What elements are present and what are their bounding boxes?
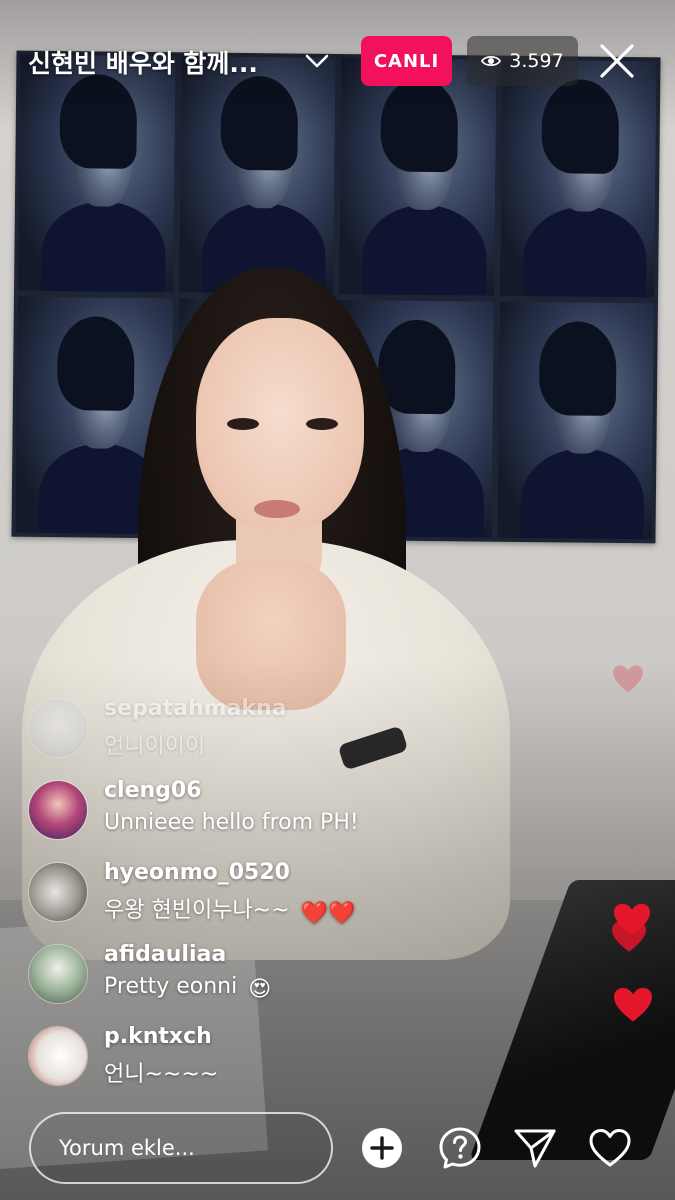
video-streamer-eye: [306, 418, 338, 430]
comment-input[interactable]: [59, 1114, 319, 1182]
live-badge: CANLI: [361, 36, 452, 86]
comment-text: 언니~~~~: [104, 1062, 219, 1087]
comment-text: 우왕 현빈이누나~~ ❤️❤️: [104, 892, 355, 926]
question-icon[interactable]: [438, 1126, 482, 1170]
comment-username[interactable]: p.kntxch: [104, 1024, 212, 1049]
heart-emoji: ❤️❤️: [300, 901, 356, 926]
avatar[interactable]: [28, 862, 88, 922]
live-header: 신현빈 배우와 함께... CANLI 3.597: [0, 30, 675, 90]
avatar[interactable]: [28, 698, 88, 758]
comment-text-body: 우왕 현빈이누나~~: [104, 898, 290, 923]
viewer-count-badge[interactable]: 3.597: [467, 36, 578, 86]
comment-text: Pretty eonni 😍: [104, 974, 271, 1002]
poster-tile: [496, 301, 654, 540]
comment-username[interactable]: hyeonmo_0520: [104, 860, 290, 885]
comment-item[interactable]: afidauliaa Pretty eonni 😍: [28, 936, 468, 1018]
comment-username[interactable]: afidauliaa: [104, 942, 226, 967]
viewer-count: 3.597: [509, 50, 564, 72]
heart-eyes-emoji: 😍: [248, 977, 272, 1002]
comment-item[interactable]: hyeonmo_0520 우왕 현빈이누나~~ ❤️❤️: [28, 854, 468, 936]
comment-text: Unnieee hello from PH!: [104, 810, 359, 835]
live-title[interactable]: 신현빈 배우와 함께...: [28, 44, 258, 80]
live-stream-screen: 신현빈 배우와 함께... CANLI 3.597 sepatahmakna 언…: [0, 0, 675, 1200]
comment-item[interactable]: sepatahmakna 언니이이이: [28, 690, 468, 772]
comment-item[interactable]: p.kntxch 언니~~~~: [28, 1018, 468, 1100]
video-streamer-eye: [227, 418, 259, 430]
comment-feed: sepatahmakna 언니이이이 cleng06 Unnieee hello…: [28, 690, 468, 1100]
comment-input-wrapper[interactable]: [29, 1112, 333, 1184]
avatar[interactable]: [28, 1026, 88, 1086]
chevron-down-icon[interactable]: [303, 50, 331, 72]
video-streamer-lips: [254, 500, 300, 518]
add-circle-icon[interactable]: [360, 1126, 404, 1170]
avatar[interactable]: [28, 944, 88, 1004]
heart-icon: [613, 665, 643, 692]
send-icon[interactable]: [513, 1126, 557, 1170]
heart-icon: [614, 987, 652, 1022]
comment-username[interactable]: cleng06: [104, 778, 202, 803]
comment-text-body: Pretty eonni: [104, 974, 238, 999]
heart-outline-icon[interactable]: [588, 1126, 632, 1170]
heart-icon: [612, 921, 646, 952]
comment-item[interactable]: cleng06 Unnieee hello from PH!: [28, 772, 468, 854]
video-streamer-face: [196, 318, 364, 530]
comment-username[interactable]: sepatahmakna: [104, 696, 287, 721]
close-icon[interactable]: [596, 40, 638, 82]
eye-icon: [481, 55, 502, 67]
comment-text: 언니이이이: [104, 734, 206, 759]
avatar[interactable]: [28, 780, 88, 840]
